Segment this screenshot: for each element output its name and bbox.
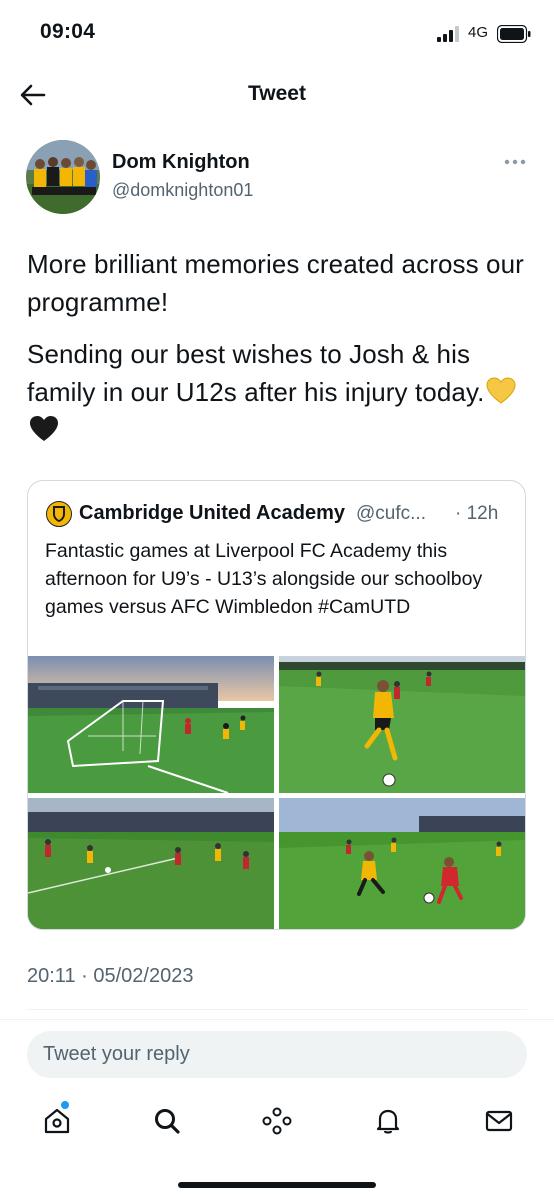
quoted-author-name: Cambridge United Academy xyxy=(79,502,345,524)
author-handle[interactable]: @domknighton01 xyxy=(112,180,253,201)
yellow-heart-icon xyxy=(486,377,516,404)
spaces-icon xyxy=(262,1107,292,1135)
quoted-time: · 12h xyxy=(455,503,499,524)
more-options-button[interactable] xyxy=(503,150,527,174)
photo-4-image xyxy=(279,798,525,929)
messages-icon xyxy=(485,1110,513,1132)
photo-1-image xyxy=(28,656,274,793)
signal-icon xyxy=(437,26,459,42)
divider xyxy=(27,1009,527,1010)
more-options-icon xyxy=(504,159,526,165)
nav-notifications[interactable] xyxy=(373,1106,403,1136)
reply-input[interactable]: Tweet your reply xyxy=(27,1031,527,1078)
tweet-text-paragraph-2-text: Sending our best wishes to Josh & his fa… xyxy=(27,339,485,407)
notification-dot xyxy=(61,1101,69,1109)
club-crest-icon xyxy=(53,506,65,522)
nav-spaces[interactable] xyxy=(262,1106,292,1136)
photo-4[interactable] xyxy=(279,798,525,929)
search-icon xyxy=(155,1109,180,1134)
quoted-tweet-card[interactable]: Cambridge United Academy @cufc... · 12h … xyxy=(27,480,526,930)
home-indicator xyxy=(178,1182,376,1188)
nav-messages[interactable] xyxy=(484,1106,514,1136)
back-arrow-icon xyxy=(20,84,46,106)
divider xyxy=(0,1019,554,1020)
media-grid xyxy=(28,656,525,929)
quoted-tweet-text: Fantastic games at Liverpool FC Academy … xyxy=(45,540,483,618)
battery-icon xyxy=(497,25,531,43)
tweet-timestamp: 20:11 · 05/02/2023 xyxy=(27,965,194,987)
status-time: 09:04 xyxy=(40,20,96,43)
back-button[interactable] xyxy=(18,80,48,110)
reply-placeholder: Tweet your reply xyxy=(43,1043,190,1065)
tweet-text-paragraph-1: More brilliant memories created across o… xyxy=(27,249,524,317)
author-name[interactable]: Dom Knighton xyxy=(112,151,250,174)
notifications-icon xyxy=(376,1109,400,1134)
page-title: Tweet xyxy=(248,82,306,105)
home-icon xyxy=(44,1108,70,1134)
photo-2-image xyxy=(279,656,525,793)
network-label: 4G xyxy=(468,24,489,41)
photo-3-image xyxy=(28,798,274,929)
avatar-photo xyxy=(26,140,100,214)
tweet-text-paragraph-2: Sending our best wishes to Josh & his fa… xyxy=(27,335,532,449)
nav-search[interactable] xyxy=(152,1106,182,1136)
black-heart-icon xyxy=(30,416,58,441)
quoted-author-handle: @cufc... xyxy=(356,503,426,524)
photo-1[interactable] xyxy=(28,656,274,793)
nav-home[interactable] xyxy=(42,1106,72,1136)
photo-3[interactable] xyxy=(28,798,274,929)
quoted-avatar xyxy=(46,501,72,527)
avatar[interactable] xyxy=(26,140,100,214)
photo-2[interactable] xyxy=(279,656,525,793)
